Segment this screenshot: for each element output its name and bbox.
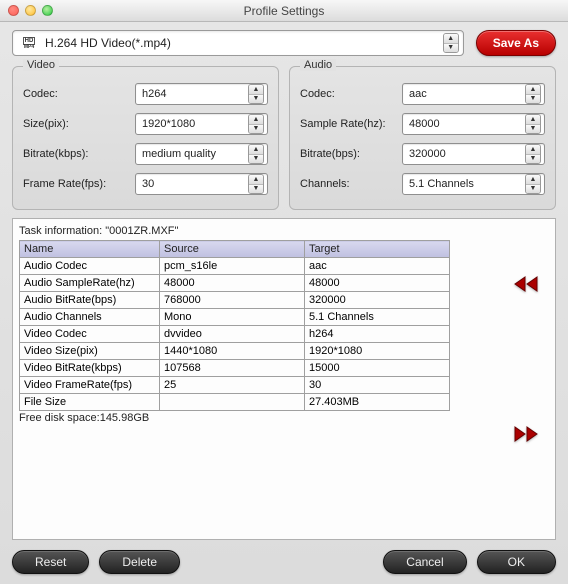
task-info-area: Task information: "0001ZR.MXF" Name Sour… [12, 218, 556, 540]
audio-bitrate-select[interactable]: 320000 ▲▼ [402, 143, 545, 165]
profile-select[interactable]: HD MP4 H.264 HD Video(*.mp4) ▲▼ [12, 30, 464, 56]
cancel-button[interactable]: Cancel [383, 550, 466, 574]
cell-target: 320000 [305, 292, 450, 309]
stepper-icon: ▲▼ [248, 144, 264, 164]
window-title: Profile Settings [0, 4, 568, 18]
table-row: File Size 27.403MB [20, 394, 450, 411]
video-size-select[interactable]: 1920*1080 ▲▼ [135, 113, 268, 135]
video-size-label: Size(pix): [23, 118, 135, 130]
cell-name: Audio Channels [20, 309, 160, 326]
table-row: Audio BitRate(bps)768000320000 [20, 292, 450, 309]
table-row: Audio SampleRate(hz)4800048000 [20, 275, 450, 292]
video-fps-select[interactable]: 30 ▲▼ [135, 173, 268, 195]
table-row: Audio ChannelsMono5.1 Channels [20, 309, 450, 326]
content-area: HD MP4 H.264 HD Video(*.mp4) ▲▼ Save As … [0, 22, 568, 584]
cell-source: pcm_s16le [160, 258, 305, 275]
ok-button[interactable]: OK [477, 550, 556, 574]
stepper-icon: ▲▼ [525, 174, 541, 194]
cell-name: Video Codec [20, 326, 160, 343]
table-row: Video FrameRate(fps)2530 [20, 377, 450, 394]
cell-name: Video FrameRate(fps) [20, 377, 160, 394]
panels-row: Video Codec: h264 ▲▼ Size(pix): 1920*108… [12, 66, 556, 210]
cell-target: 15000 [305, 360, 450, 377]
cell-target: 27.403MB [305, 394, 450, 411]
profile-stepper-icon[interactable]: ▲▼ [443, 33, 459, 53]
cell-source: Mono [160, 309, 305, 326]
titlebar: Profile Settings [0, 0, 568, 22]
cell-name: File Size [20, 394, 160, 411]
cell-name: Video BitRate(kbps) [20, 360, 160, 377]
video-bitrate-label: Bitrate(kbps): [23, 148, 135, 160]
prev-task-button[interactable] [512, 273, 540, 295]
next-task-button[interactable] [512, 423, 540, 445]
save-as-button[interactable]: Save As [476, 30, 556, 56]
audio-panel: Audio Codec: aac ▲▼ Sample Rate(hz): 480… [289, 66, 556, 210]
stepper-icon: ▲▼ [248, 114, 264, 134]
profile-format-icon: HD MP4 [19, 35, 39, 51]
video-panel-title: Video [23, 59, 59, 71]
audio-codec-select[interactable]: aac ▲▼ [402, 83, 545, 105]
cell-source: 25 [160, 377, 305, 394]
free-disk-space: Free disk space:145.98GB [19, 412, 503, 424]
delete-button[interactable]: Delete [99, 550, 180, 574]
stepper-icon: ▲▼ [525, 144, 541, 164]
audio-sr-label: Sample Rate(hz): [300, 118, 402, 130]
audio-channels-label: Channels: [300, 178, 402, 190]
stepper-icon: ▲▼ [248, 84, 264, 104]
cell-name: Video Size(pix) [20, 343, 160, 360]
stepper-icon: ▲▼ [248, 174, 264, 194]
task-table: Name Source Target Audio Codecpcm_s16lea… [19, 240, 450, 411]
col-target: Target [305, 241, 450, 258]
col-name: Name [20, 241, 160, 258]
video-codec-select[interactable]: h264 ▲▼ [135, 83, 268, 105]
cell-target: aac [305, 258, 450, 275]
reset-button[interactable]: Reset [12, 550, 89, 574]
cell-target: 1920*1080 [305, 343, 450, 360]
top-row: HD MP4 H.264 HD Video(*.mp4) ▲▼ Save As [12, 30, 556, 56]
cell-name: Audio SampleRate(hz) [20, 275, 160, 292]
audio-panel-title: Audio [300, 59, 336, 71]
table-row: Video BitRate(kbps)10756815000 [20, 360, 450, 377]
video-fps-label: Frame Rate(fps): [23, 178, 135, 190]
cell-source: dvvideo [160, 326, 305, 343]
video-codec-label: Codec: [23, 88, 135, 100]
audio-codec-label: Codec: [300, 88, 402, 100]
cell-source: 48000 [160, 275, 305, 292]
cell-target: 48000 [305, 275, 450, 292]
cell-target: 30 [305, 377, 450, 394]
video-bitrate-select[interactable]: medium quality ▲▼ [135, 143, 268, 165]
cell-source: 768000 [160, 292, 305, 309]
cell-source: 1440*1080 [160, 343, 305, 360]
stepper-icon: ▲▼ [525, 84, 541, 104]
profile-label: H.264 HD Video(*.mp4) [45, 36, 443, 50]
audio-bitrate-label: Bitrate(bps): [300, 148, 402, 160]
table-row: Video Size(pix)1440*10801920*1080 [20, 343, 450, 360]
cell-source: 107568 [160, 360, 305, 377]
cell-target: h264 [305, 326, 450, 343]
table-row: Video Codecdvvideoh264 [20, 326, 450, 343]
cell-name: Audio BitRate(bps) [20, 292, 160, 309]
audio-channels-select[interactable]: 5.1 Channels ▲▼ [402, 173, 545, 195]
cell-source [160, 394, 305, 411]
cell-target: 5.1 Channels [305, 309, 450, 326]
video-panel: Video Codec: h264 ▲▼ Size(pix): 1920*108… [12, 66, 279, 210]
stepper-icon: ▲▼ [525, 114, 541, 134]
table-row: Audio Codecpcm_s16leaac [20, 258, 450, 275]
bottom-bar: Reset Delete Cancel OK [12, 550, 556, 574]
audio-sr-select[interactable]: 48000 ▲▼ [402, 113, 545, 135]
cell-name: Audio Codec [20, 258, 160, 275]
col-source: Source [160, 241, 305, 258]
task-title: Task information: "0001ZR.MXF" [19, 225, 503, 237]
